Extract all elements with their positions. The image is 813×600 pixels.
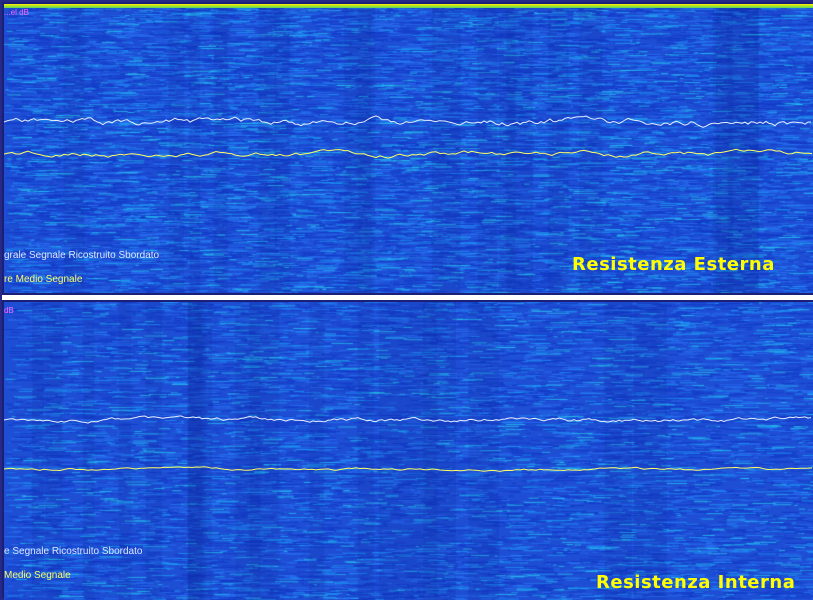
spectrogram-window: ...el dB grale Segnale Ricostruito Sbord… [0, 0, 813, 600]
legend-mean-signal: Medio Segnale [4, 570, 71, 581]
panel-title-internal: Resistenza Interna [596, 572, 796, 593]
legend-integral-signal: grale Segnale Ricostruito Sbordato [4, 250, 160, 261]
legend-integral-signal: e Segnale Ricostruito Sbordato [4, 546, 143, 557]
mean-signal-trace [4, 148, 813, 159]
panel-divider [2, 293, 813, 302]
panel-title-external: Resistenza Esterna [572, 254, 775, 275]
integral-signal-trace [4, 415, 812, 424]
mean-signal-trace [4, 466, 813, 472]
spectrogram-panel-internal: dB e Segnale Ricostruito Sbordato Medio … [4, 302, 813, 600]
scale-label: dB [4, 306, 14, 315]
legend-mean-signal: re Medio Segnale [4, 274, 83, 285]
scale-label: ...el dB [4, 8, 29, 17]
integral-signal-trace [4, 115, 812, 128]
spectrogram-panel-external: ...el dB grale Segnale Ricostruito Sbord… [4, 4, 813, 293]
